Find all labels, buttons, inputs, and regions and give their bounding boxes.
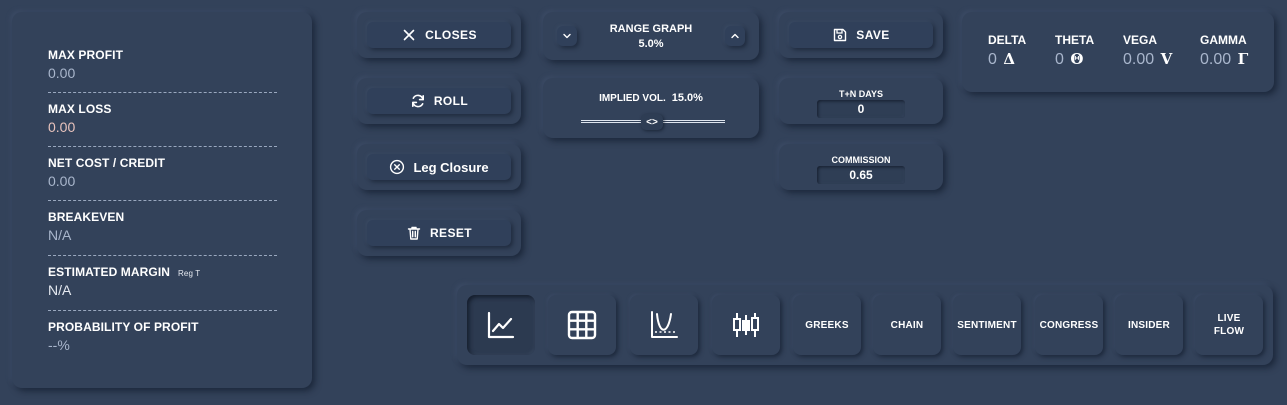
refresh-icon (411, 94, 424, 108)
leg-closure-button-face[interactable]: Leg Closure (367, 154, 511, 180)
closes-label: CLOSES (425, 28, 477, 42)
breakeven-value: N/A (48, 227, 72, 243)
reset-label: RESET (429, 226, 472, 240)
implied-vol-control: IMPLIED VOL. 15.0% <> (543, 78, 759, 138)
estimated-margin-stat: ESTIMATED MARGIN Reg T N/A (48, 265, 277, 298)
roll-label: ROLL (433, 94, 469, 108)
reset-button-face[interactable]: RESET (367, 220, 511, 246)
breakeven-stat: BREAKEVEN N/A (48, 210, 277, 243)
insider-view-button[interactable]: INSIDER (1115, 295, 1183, 355)
gamma-value-row: 0.00 Γ (1200, 50, 1248, 69)
save-button[interactable]: SAVE (779, 12, 943, 58)
divider (48, 255, 277, 256)
delta-value: 0 (988, 51, 997, 68)
floppy-disk-icon (834, 28, 847, 42)
max-profit-label: MAX PROFIT (48, 48, 123, 62)
leg-closure-button[interactable]: Leg Closure (357, 144, 521, 190)
delta-symbol: Δ (1003, 50, 1015, 68)
payoff-curve-icon (651, 311, 678, 338)
commission-control: COMMISSION 0.65 (779, 144, 943, 190)
theta-greek: THETA 0 Θ (1055, 33, 1094, 69)
live-flow-label-line1: LIVE (1217, 313, 1241, 324)
breakeven-label: BREAKEVEN (48, 210, 125, 224)
gamma-value: 0.00 (1200, 51, 1232, 68)
estimated-margin-value: N/A (48, 282, 72, 298)
reset-button[interactable]: RESET (357, 210, 521, 256)
vega-value: 0.00 (1123, 51, 1155, 68)
delta-label: DELTA (988, 33, 1027, 47)
net-cost-label: NET COST / CREDIT (48, 156, 166, 170)
vega-value-row: 0.00 V (1123, 50, 1172, 69)
theta-value-row: 0 Θ (1055, 50, 1094, 69)
candlestick-view-button[interactable] (712, 295, 780, 355)
divider (48, 146, 277, 147)
vega-greek: VEGA 0.00 V (1123, 33, 1172, 69)
close-icon (403, 29, 415, 41)
payoff-curve-view-button[interactable] (630, 295, 698, 355)
table-view-button[interactable] (548, 295, 616, 355)
implied-vol-label: IMPLIED VOL. (599, 93, 666, 104)
live-flow-view-button[interactable]: LIVE FLOW (1195, 295, 1263, 355)
theta-value: 0 (1055, 51, 1064, 68)
line-chart-view-button[interactable] (467, 295, 535, 355)
chain-view-button[interactable]: CHAIN (873, 295, 941, 355)
closes-button[interactable]: CLOSES (357, 12, 521, 58)
greeks-view-button[interactable]: GREEKS (793, 295, 861, 355)
vega-symbol: V (1160, 50, 1173, 68)
delta-greek: DELTA 0 Δ (988, 33, 1026, 69)
save-label: SAVE (856, 28, 890, 42)
sentiment-view-button[interactable]: SENTIMENT (953, 295, 1021, 355)
max-profit-stat: MAX PROFIT 0.00 (48, 48, 277, 81)
chevron-up-icon (731, 33, 739, 39)
gamma-label: GAMMA (1200, 33, 1247, 47)
tn-days-input[interactable]: 0 (817, 100, 905, 118)
estimated-margin-label: ESTIMATED MARGIN Reg T (48, 265, 277, 279)
probability-of-profit-label: PROBABILITY OF PROFIT (48, 320, 199, 334)
probability-of-profit-stat: PROBABILITY OF PROFIT --% (48, 320, 277, 353)
tn-days-control: T+N DAYS 0 (779, 78, 943, 124)
divider (48, 310, 277, 311)
circle-x-icon (390, 159, 405, 175)
congress-view-button[interactable]: CONGRESS (1035, 295, 1103, 355)
save-button-face[interactable]: SAVE (789, 22, 933, 48)
max-loss-label: MAX LOSS (48, 102, 112, 116)
net-cost-value: 0.00 (48, 173, 76, 189)
range-graph-control: RANGE GRAPH 5.0% (543, 12, 759, 60)
view-toolbar: GREEKS CHAIN SENTIMENT CONGRESS INSIDER … (457, 285, 1273, 365)
theta-label: THETA (1055, 33, 1095, 47)
live-flow-label-line2: FLOW (1213, 326, 1245, 337)
position-stats-panel: MAX PROFIT 0.00 MAX LOSS 0.00 NET COST /… (12, 12, 312, 388)
estimated-margin-label-text: ESTIMATED MARGIN (48, 265, 171, 279)
gamma-symbol: Γ (1237, 50, 1249, 68)
max-loss-value: 0.00 (48, 119, 76, 135)
net-cost-stat: NET COST / CREDIT 0.00 (48, 156, 277, 189)
closes-button-face[interactable]: CLOSES (367, 22, 511, 48)
roll-button-face[interactable]: ROLL (367, 88, 511, 114)
greeks-summary-panel: DELTA 0 Δ THETA 0 Θ VEGA 0.00 V GAMMA 0.… (962, 12, 1274, 92)
grid-table-icon (567, 310, 597, 340)
vega-label: VEGA (1123, 33, 1158, 47)
commission-label: COMMISSION (831, 155, 891, 165)
implied-vol-label-row: IMPLIED VOL. 15.0% (543, 92, 759, 104)
reg-t-tag: Reg T (178, 269, 201, 278)
roll-button[interactable]: ROLL (357, 78, 521, 124)
gamma-greek: GAMMA 0.00 Γ (1200, 33, 1248, 69)
probability-of-profit-value: --% (48, 337, 70, 353)
trash-icon (407, 226, 421, 240)
implied-vol-value: 15.0% (671, 92, 703, 104)
divider (48, 200, 277, 201)
max-loss-stat: MAX LOSS 0.00 (48, 102, 277, 135)
commission-input[interactable]: 0.65 (817, 166, 905, 184)
theta-symbol: Θ (1070, 50, 1084, 68)
range-increase-button[interactable] (725, 26, 745, 46)
tn-days-label: T+N DAYS (839, 89, 883, 99)
divider (48, 92, 277, 93)
line-chart-icon (487, 311, 515, 339)
leg-closure-label: Leg Closure (413, 159, 489, 175)
max-profit-value: 0.00 (48, 65, 76, 81)
candlestick-icon (733, 313, 759, 337)
implied-vol-slider-thumb[interactable]: <> (641, 114, 663, 130)
delta-value-row: 0 Δ (988, 50, 1026, 69)
